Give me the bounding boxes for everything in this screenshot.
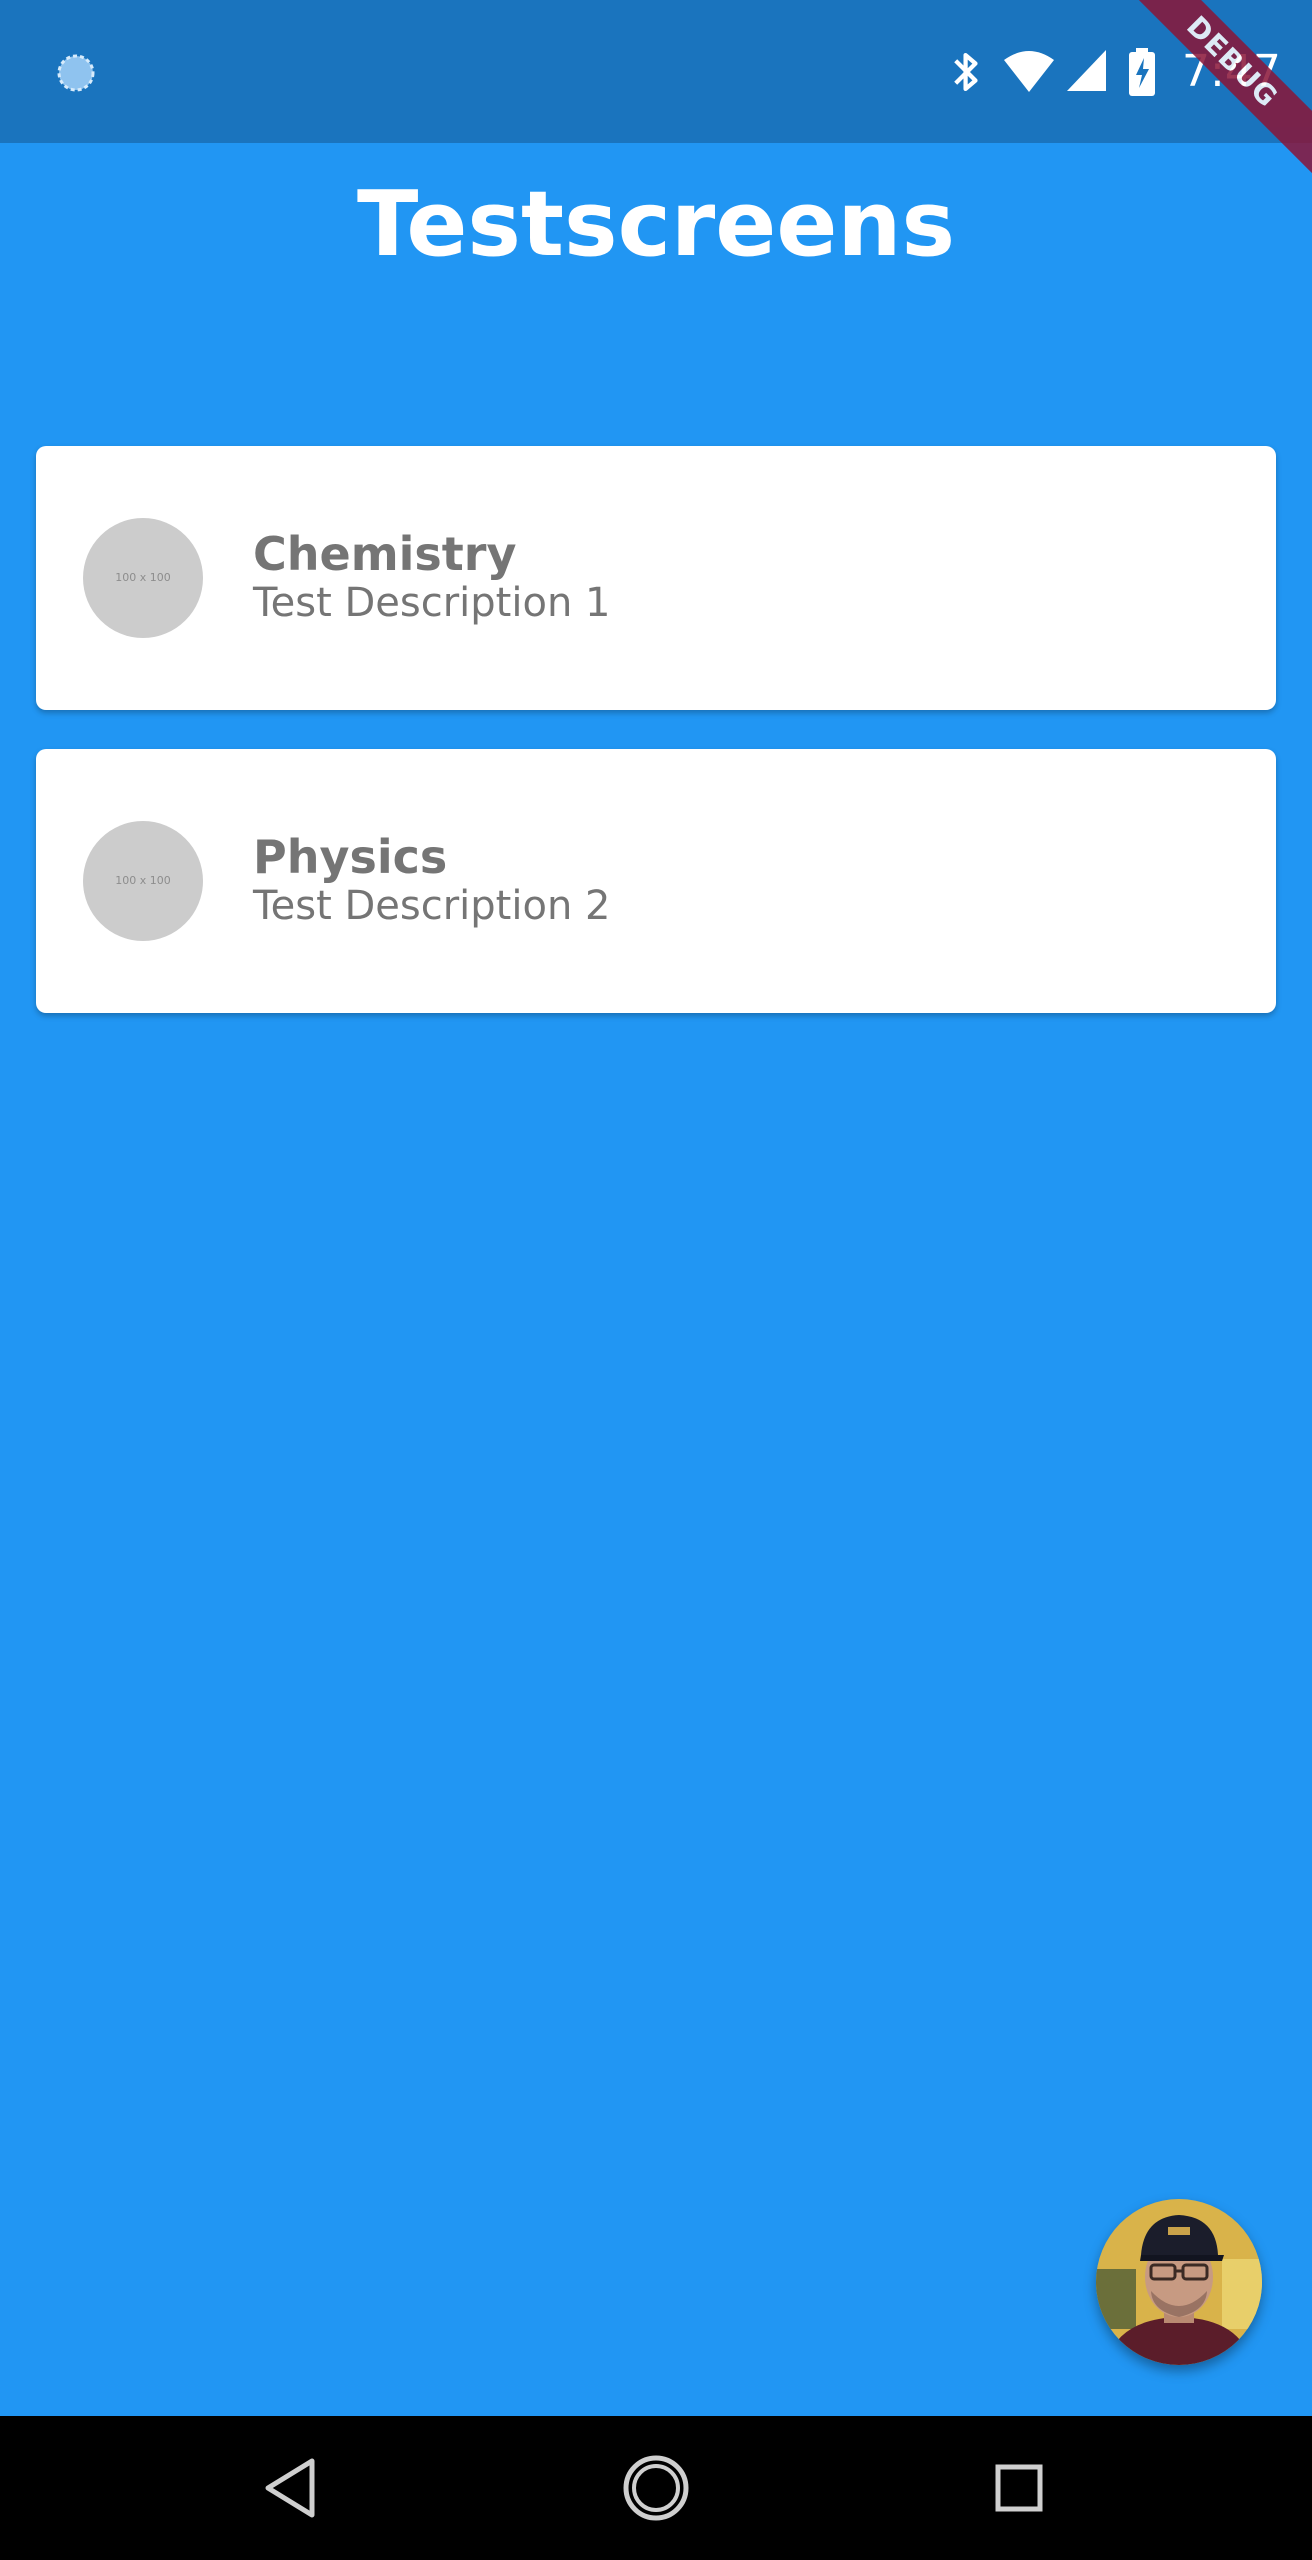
status-bar: 7:47 DEBUG	[0, 0, 1312, 184]
battery-charging-icon	[1129, 48, 1155, 96]
avatar-placeholder: 100 x 100	[83, 518, 203, 638]
card-title: Physics	[253, 830, 448, 884]
bluetooth-icon	[954, 52, 978, 92]
user-avatar-button[interactable]	[1096, 2199, 1262, 2365]
page-title: Testscreens	[356, 172, 956, 277]
back-triangle-icon[interactable]	[246, 2443, 336, 2533]
card-title: Chemistry	[253, 527, 517, 581]
list-card-chemistry[interactable]: 100 x 100 Chemistry Test Description 1	[36, 446, 1276, 710]
card-description: Test Description 2	[253, 883, 611, 929]
recents-square-icon[interactable]	[974, 2443, 1064, 2533]
avatar-placeholder: 100 x 100	[83, 821, 203, 941]
wifi-icon	[1004, 51, 1054, 92]
user-avatar-photo	[1096, 2199, 1262, 2365]
home-circle-icon[interactable]	[611, 2443, 701, 2533]
card-description: Test Description 1	[253, 580, 611, 626]
signal-icon	[1067, 50, 1106, 91]
list-card-physics[interactable]: 100 x 100 Physics Test Description 2	[36, 749, 1276, 1013]
loading-spinner-icon	[57, 54, 95, 92]
